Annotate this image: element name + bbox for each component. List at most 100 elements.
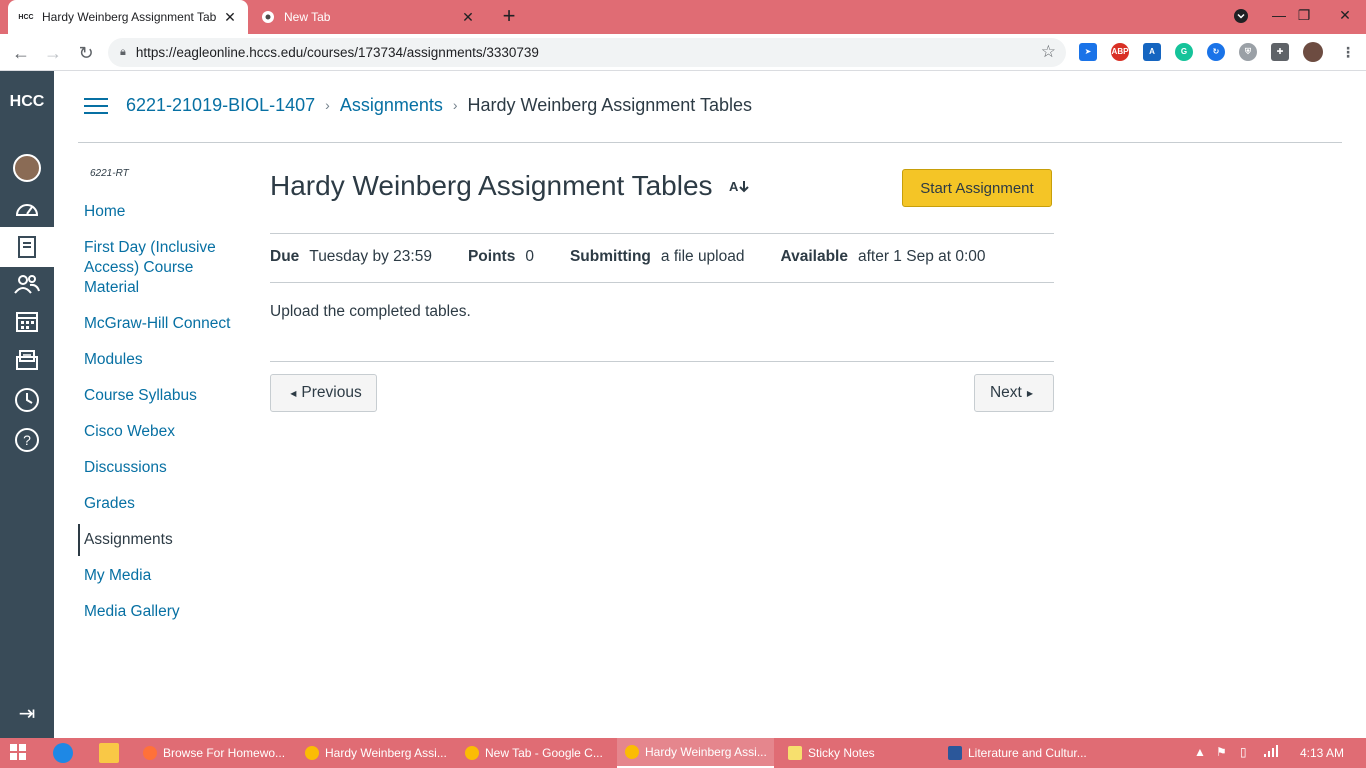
send-extension-icon[interactable]: ➤ <box>1079 43 1097 61</box>
course-nav-discussions[interactable]: Discussions <box>78 456 248 480</box>
chrome-menu-icon[interactable]: ⋮ <box>1339 43 1357 61</box>
hcc-logo[interactable]: HCC <box>0 93 54 111</box>
taskbar-app-label: Literature and Cultur... <box>968 746 1087 760</box>
header-divider <box>78 142 1342 143</box>
tab-new-tab[interactable]: New Tab ✕ <box>250 0 486 34</box>
forward-arrow-icon[interactable]: → <box>40 40 66 66</box>
breadcrumb: 6221-21019-BIOL-1407 › Assignments › Har… <box>126 94 752 116</box>
course-nav-syllabus[interactable]: Course Syllabus <box>78 384 248 408</box>
breadcrumb-assignments-link[interactable]: Assignments <box>340 95 443 116</box>
adblock-icon[interactable]: ABP <box>1111 43 1129 61</box>
start-assignment-button[interactable]: Start Assignment <box>902 169 1052 207</box>
taskbar-app-sticky-notes[interactable]: Sticky Notes <box>780 738 937 768</box>
windows-start-icon[interactable] <box>10 744 26 765</box>
breadcrumb-course-link[interactable]: 6221-21019-BIOL-1407 <box>126 95 315 116</box>
profile-menu-icon[interactable] <box>1226 0 1256 34</box>
back-arrow-icon[interactable]: ← <box>8 40 34 66</box>
taskbar-clock[interactable]: 4:13 AM <box>1300 746 1344 760</box>
groups-icon[interactable] <box>0 264 54 304</box>
chrome-icon <box>465 746 479 760</box>
description-divider <box>270 361 1054 362</box>
address-bar[interactable]: 🔒︎ https://eagleonline.hccs.edu/courses/… <box>108 38 1066 67</box>
word-icon <box>948 746 962 760</box>
edge-icon[interactable] <box>53 743 73 763</box>
course-nav-grades[interactable]: Grades <box>78 492 248 516</box>
lock-icon: 🔒︎ <box>120 46 126 58</box>
taskbar-app-chrome-2[interactable]: New Tab - Google C... <box>457 738 614 768</box>
details-top-divider <box>270 233 1054 234</box>
translate-extension-icon[interactable]: A <box>1143 43 1161 61</box>
sticky-notes-icon <box>788 746 802 760</box>
grammarly-icon[interactable]: G <box>1175 43 1193 61</box>
course-navigation: Home First Day (Inclusive Access) Course… <box>78 200 248 636</box>
file-explorer-icon[interactable] <box>99 743 119 763</box>
course-code: 6221-RT <box>90 168 129 179</box>
windows-taskbar: Browse For Homewo... Hardy Weinberg Assi… <box>0 738 1366 768</box>
assignment-description: Upload the completed tables. <box>270 303 471 320</box>
points-label: Points <box>467 248 516 265</box>
tab-title: New Tab <box>284 10 331 24</box>
course-nav-my-media[interactable]: My Media <box>78 564 248 588</box>
close-window-icon[interactable]: ✕ <box>1324 0 1366 34</box>
taskbar-app-firefox[interactable]: Browse For Homewo... <box>135 738 293 768</box>
flag-icon[interactable]: ⚑ <box>1216 745 1227 759</box>
bookmark-star-icon[interactable]: ☆ <box>1041 42 1056 62</box>
extensions-puzzle-icon[interactable]: ✚ <box>1271 43 1289 61</box>
firefox-icon <box>143 746 157 760</box>
shield-extension-icon[interactable]: ⛨ <box>1239 43 1257 61</box>
previous-button[interactable]: ◀ Previous <box>270 374 377 412</box>
course-nav-mcgraw-hill[interactable]: McGraw-Hill Connect <box>78 312 248 336</box>
inbox-icon[interactable] <box>0 340 54 380</box>
available-label: Available <box>780 248 848 265</box>
new-tab-plus-icon[interactable]: + <box>498 5 520 28</box>
global-navigation: HCC ? ⇥ <box>0 71 54 738</box>
wifi-icon[interactable] <box>1264 745 1278 760</box>
course-nav-webex[interactable]: Cisco Webex <box>78 420 248 444</box>
close-tab-icon[interactable]: ✕ <box>222 9 238 26</box>
taskbar-app-label: Hardy Weinberg Assi... <box>325 746 447 760</box>
course-nav-media-gallery[interactable]: Media Gallery <box>78 600 248 624</box>
chrome-icon <box>305 746 319 760</box>
assignment-title: Hardy Weinberg Assignment Tables <box>270 170 713 201</box>
taskbar-app-chrome-3[interactable]: Hardy Weinberg Assi... <box>617 738 774 768</box>
dashboard-icon[interactable] <box>0 188 54 228</box>
details-bottom-divider <box>270 282 1054 283</box>
courses-icon[interactable] <box>0 227 54 267</box>
chrome-favicon-icon <box>260 9 276 25</box>
close-tab-icon[interactable]: ✕ <box>460 9 476 26</box>
tab-title: Hardy Weinberg Assignment Tab <box>42 10 217 24</box>
next-button[interactable]: Next ▶ <box>974 374 1054 412</box>
taskbar-app-chrome-1[interactable]: Hardy Weinberg Assi... <box>297 738 454 768</box>
course-nav-modules[interactable]: Modules <box>78 348 248 372</box>
caret-right-icon: ▶ <box>1026 388 1034 398</box>
course-nav-home[interactable]: Home <box>78 200 248 224</box>
profile-avatar[interactable] <box>1303 42 1323 62</box>
history-clock-icon[interactable] <box>0 380 54 420</box>
chevron-right-icon: › <box>325 97 330 113</box>
taskbar-app-label: Hardy Weinberg Assi... <box>645 745 767 759</box>
assignment-details: Due Tuesday by 23:59 Points 0 Submitting… <box>270 247 1022 267</box>
calendar-icon[interactable] <box>0 301 54 341</box>
account-avatar[interactable] <box>0 148 54 188</box>
next-label: Next <box>989 384 1022 401</box>
course-nav-assignments[interactable]: Assignments <box>78 524 248 556</box>
collapse-nav-icon[interactable]: ⇥ <box>0 701 54 726</box>
help-icon[interactable]: ? <box>0 420 54 460</box>
course-menu-toggle-icon[interactable] <box>84 98 108 116</box>
previous-label: Previous <box>301 384 362 401</box>
reload-icon[interactable]: ↻ <box>73 40 99 66</box>
taskbar-app-word[interactable]: Literature and Cultur... <box>940 738 1097 768</box>
points-value: 0 <box>525 248 534 265</box>
tab-hardy-weinberg[interactable]: HCC Hardy Weinberg Assignment Tab ✕ <box>8 0 248 34</box>
course-nav-first-day[interactable]: First Day (Inclusive Access) Course Mate… <box>78 236 248 300</box>
due-label: Due <box>270 248 300 265</box>
browser-toolbar: ← → ↻ 🔒︎ https://eagleonline.hccs.edu/co… <box>0 34 1366 71</box>
tray-expand-icon[interactable]: ▲ <box>1194 745 1206 759</box>
battery-icon[interactable]: ▯ <box>1240 745 1247 759</box>
chrome-icon <box>625 745 639 759</box>
refresh-extension-icon[interactable]: ↻ <box>1207 43 1225 61</box>
taskbar-app-label: Browse For Homewo... <box>163 746 286 760</box>
due-value: Tuesday by 23:59 <box>309 248 432 265</box>
taskbar-app-label: New Tab - Google C... <box>485 746 603 760</box>
restore-icon[interactable]: ❐ <box>1289 0 1319 34</box>
